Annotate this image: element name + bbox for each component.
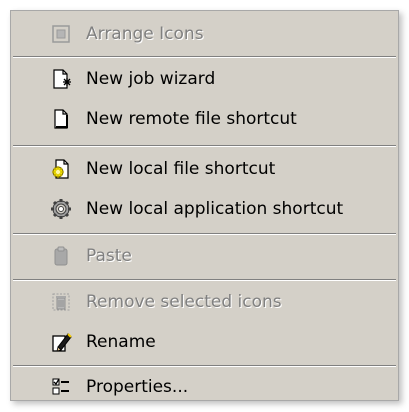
menu-item-label: New local application shortcut: [86, 199, 344, 219]
menu-item-label: Remove selected icons: [86, 292, 282, 312]
menu-item-label: New remote file shortcut: [86, 109, 297, 129]
menu-item-label: Rename: [86, 332, 156, 352]
menu-item-paste: Paste: [14, 239, 395, 273]
context-menu: Arrange Icons New job wizard New remote …: [10, 10, 399, 401]
menu-item-label: New job wizard: [86, 69, 216, 89]
gear-icon: [50, 198, 72, 220]
arrange-icons-icon: [50, 23, 72, 45]
new-file-sparkle-icon: [50, 158, 72, 180]
menu-separator: [13, 365, 396, 367]
menu-separator: [13, 145, 396, 147]
menu-item-label: Paste: [86, 246, 132, 266]
menu-item-new-local-application-shortcut[interactable]: New local application shortcut: [14, 192, 395, 226]
menu-separator: [13, 233, 396, 235]
menu-item-properties[interactable]: Properties...: [14, 370, 395, 404]
trash-icon: [50, 291, 72, 313]
menu-item-remove-selected-icons: Remove selected icons: [14, 285, 395, 319]
menu-separator: [13, 279, 396, 281]
rename-icon: [50, 331, 72, 353]
properties-icon: [50, 376, 72, 398]
menu-item-rename[interactable]: Rename: [14, 325, 395, 359]
menu-item-label: New local file shortcut: [86, 159, 276, 179]
clipboard-icon: [50, 245, 72, 267]
menu-item-label: Arrange Icons: [86, 24, 204, 44]
menu-separator: [13, 56, 396, 58]
menu-item-arrange-icons: Arrange Icons: [14, 17, 395, 51]
menu-item-new-remote-file-shortcut[interactable]: New remote file shortcut: [14, 102, 395, 136]
menu-item-new-local-file-shortcut[interactable]: New local file shortcut: [14, 152, 395, 186]
menu-item-new-job-wizard[interactable]: New job wizard: [14, 62, 395, 96]
job-wizard-icon: [50, 68, 72, 90]
document-icon: [50, 108, 72, 130]
menu-item-label: Properties...: [86, 377, 189, 397]
